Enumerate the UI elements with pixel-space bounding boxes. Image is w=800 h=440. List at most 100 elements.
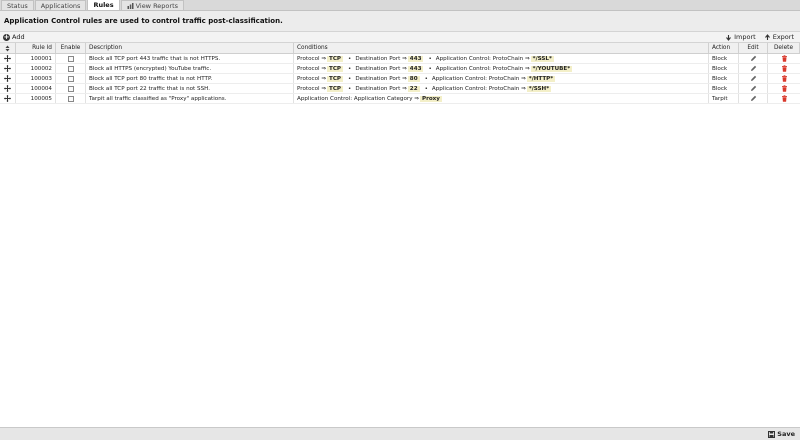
condition-value: */SSH* <box>526 85 552 92</box>
condition-label: Application Control: ProtoChain ⇒ <box>431 85 526 92</box>
edit-cell <box>739 64 768 73</box>
tab-label: Rules <box>93 1 114 9</box>
condition-label: Destination Port ⇒ <box>355 75 407 82</box>
edit-cell <box>739 84 768 93</box>
condition-label: Destination Port ⇒ <box>355 85 407 92</box>
move-icon <box>4 85 11 92</box>
trash-icon[interactable] <box>781 85 788 92</box>
condition-value: TCP <box>327 55 344 62</box>
pencil-icon[interactable] <box>750 95 757 102</box>
drag-handle[interactable] <box>0 94 16 103</box>
export-label: Export <box>772 33 794 41</box>
edit-cell <box>739 94 768 103</box>
pencil-icon[interactable] <box>750 65 757 72</box>
tab-rules[interactable]: Rules <box>87 0 120 10</box>
toolbar: + Add Import Export <box>0 32 800 43</box>
tab-view-reports[interactable]: View Reports <box>120 0 185 10</box>
condition-separator: • <box>348 85 352 92</box>
enable-cell <box>56 74 86 83</box>
column-header-delete: Delete <box>768 43 800 53</box>
table-row[interactable]: 100002 Block all HTTPS (encrypted) YouTub… <box>0 64 800 74</box>
move-icon <box>4 65 11 72</box>
column-header-action[interactable]: Action <box>709 43 739 53</box>
enable-checkbox[interactable] <box>67 85 74 92</box>
drag-handle[interactable] <box>0 74 16 83</box>
save-label: Save <box>777 430 795 438</box>
rule-id: 100002 <box>16 64 56 73</box>
condition-label: Destination Port ⇒ <box>355 65 407 72</box>
export-button[interactable]: Export <box>764 33 794 41</box>
rule-action: Block <box>709 54 739 63</box>
column-header-enable[interactable]: Enable <box>56 43 86 53</box>
condition-label: Application Control: ProtoChain ⇒ <box>431 75 526 82</box>
pencil-icon[interactable] <box>750 85 757 92</box>
condition-label: Protocol ⇒ <box>297 55 327 62</box>
condition-label: Protocol ⇒ <box>297 85 327 92</box>
sort-handle-header[interactable] <box>0 43 16 53</box>
condition-value: */YOUTUBE* <box>530 65 573 72</box>
condition-value: TCP <box>327 85 344 92</box>
rule-conditions: Protocol ⇒ TCP • Destination Port ⇒ 443 • Appl… <box>294 64 709 73</box>
trash-icon[interactable] <box>781 75 788 82</box>
condition-separator: • <box>428 55 432 62</box>
condition-value: 443 <box>407 55 424 62</box>
column-header-description[interactable]: Description <box>86 43 294 53</box>
condition-value: 22 <box>407 85 420 92</box>
page-description: Application Control rules are used to co… <box>0 11 800 32</box>
import-label: Import <box>734 33 756 41</box>
rule-action: Block <box>709 84 739 93</box>
condition-separator: • <box>348 75 352 82</box>
table-row[interactable]: 100004 Block all TCP port 22 traffic that… <box>0 84 800 94</box>
pencil-icon[interactable] <box>750 55 757 62</box>
column-header-edit: Edit <box>739 43 768 53</box>
enable-checkbox[interactable] <box>67 95 74 102</box>
trash-icon[interactable] <box>781 55 788 62</box>
rule-action: Block <box>709 64 739 73</box>
edit-cell <box>739 54 768 63</box>
trash-icon[interactable] <box>781 65 788 72</box>
tab-bar: Status Applications Rules View Reports <box>0 0 800 11</box>
export-icon <box>764 33 770 40</box>
chart-icon <box>127 2 134 9</box>
enable-cell <box>56 94 86 103</box>
column-header-rule-id[interactable]: Rule Id <box>16 43 56 53</box>
enable-checkbox[interactable] <box>67 55 74 62</box>
save-button[interactable]: Save <box>768 430 795 438</box>
tab-label: Applications <box>40 1 81 10</box>
trash-icon[interactable] <box>781 95 788 102</box>
add-button[interactable]: + Add <box>3 33 25 41</box>
drag-handle[interactable] <box>0 84 16 93</box>
enable-cell <box>56 64 86 73</box>
condition-label: Application Control: Application Categor… <box>297 95 419 102</box>
table-row[interactable]: 100001 Block all TCP port 443 traffic tha… <box>0 54 800 64</box>
condition-separator: • <box>348 55 352 62</box>
tab-applications[interactable]: Applications <box>34 0 87 10</box>
tab-label: Status <box>7 1 28 10</box>
condition-value: TCP <box>327 65 344 72</box>
rule-conditions: Protocol ⇒ TCP • Destination Port ⇒ 80 • Appli… <box>294 74 709 83</box>
condition-label: Protocol ⇒ <box>297 65 327 72</box>
condition-label: Destination Port ⇒ <box>355 55 407 62</box>
drag-handle[interactable] <box>0 54 16 63</box>
table-row[interactable]: 100005 Tarpit all traffic classified as "… <box>0 94 800 104</box>
rule-description: Tarpit all traffic classified as "Proxy"… <box>86 94 294 103</box>
delete-cell <box>768 94 800 103</box>
condition-separator: • <box>424 85 428 92</box>
import-icon <box>726 34 732 41</box>
drag-handle[interactable] <box>0 64 16 73</box>
condition-value: TCP <box>327 75 344 82</box>
enable-checkbox[interactable] <box>67 75 74 82</box>
import-button[interactable]: Import <box>725 33 756 41</box>
column-header-conditions[interactable]: Conditions <box>294 43 709 53</box>
footer-bar: Save <box>0 427 800 440</box>
condition-value: */SSL* <box>530 55 554 62</box>
tab-status[interactable]: Status <box>1 0 34 10</box>
condition-separator: • <box>348 65 352 72</box>
rule-description: Block all TCP port 22 traffic that is no… <box>86 84 294 93</box>
pencil-icon[interactable] <box>750 75 757 82</box>
table-row[interactable]: 100003 Block all TCP port 80 traffic that… <box>0 74 800 84</box>
add-label: Add <box>12 33 25 41</box>
condition-separator: • <box>424 75 428 82</box>
sort-icon <box>5 45 10 51</box>
enable-checkbox[interactable] <box>67 65 74 72</box>
